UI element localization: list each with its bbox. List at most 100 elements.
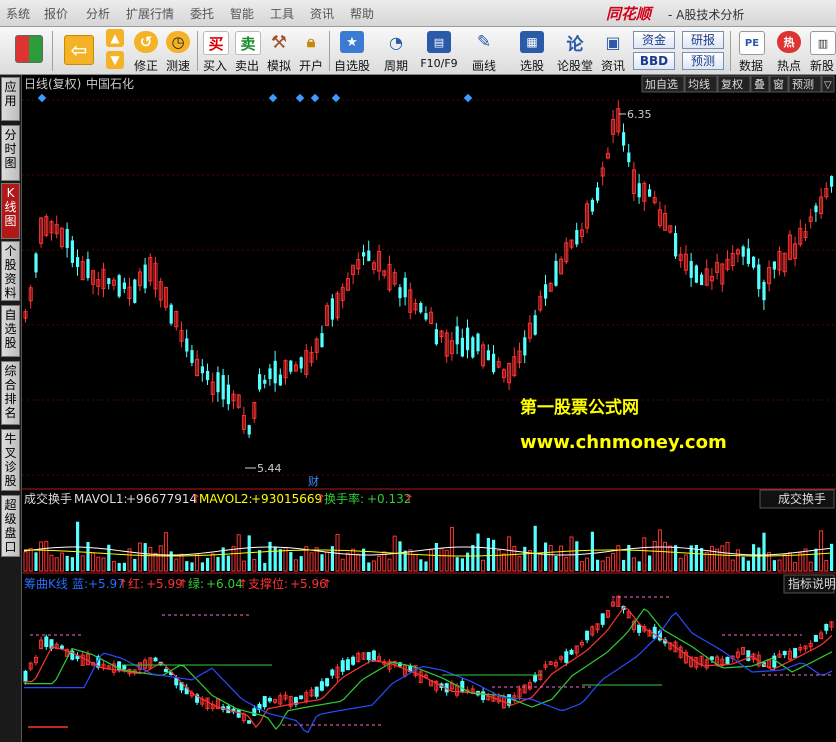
menu-system[interactable]: 系统 [6, 5, 30, 22]
volume-bar-up [559, 545, 564, 572]
f10-button[interactable]: ▤ F10/F9 [418, 27, 460, 74]
candle-body-down [185, 338, 189, 352]
menu-quote[interactable]: 报价 [44, 5, 68, 22]
candle-body-down [398, 287, 402, 299]
tab-diagnosis-label: 牛叉诊股 [4, 432, 17, 488]
candle-body-down [424, 313, 428, 320]
buy-button[interactable]: 买 买入 [200, 27, 230, 74]
menu-extended-market[interactable]: 扩展行情 [126, 5, 174, 22]
volume-bar-up [585, 557, 590, 572]
event-diamond[interactable] [295, 93, 305, 103]
stock-picker-button[interactable]: ▦ 选股 [512, 27, 552, 74]
app-title: - A股技术分析 [668, 8, 745, 22]
pencil-icon: ✎ [476, 32, 492, 52]
volume-bar-up [709, 545, 714, 572]
research-button[interactable]: 研报 [682, 31, 724, 49]
forecast-button[interactable]: 预测 [682, 52, 724, 70]
draw-line-button[interactable]: ✎ 画线 [466, 27, 502, 74]
indicator-candle-body [252, 708, 257, 716]
volume-bars [23, 521, 834, 572]
bbd-button[interactable]: BBD [633, 52, 675, 70]
info-button[interactable]: ▣ 资讯 [598, 27, 628, 74]
layout-button[interactable] [8, 27, 48, 74]
back-button[interactable]: ⇦ [58, 27, 98, 74]
volume-bar-down [762, 532, 766, 571]
sell-button[interactable]: 卖 卖出 [232, 27, 262, 74]
event-markers[interactable] [37, 93, 473, 103]
menu-help[interactable]: 帮助 [350, 5, 374, 22]
stock-picker-label: 选股 [519, 59, 544, 73]
candle-body-down [76, 257, 80, 268]
volume-bar-up [538, 552, 543, 572]
indicator-candle-body [163, 668, 168, 673]
volume-bar-up [174, 558, 179, 572]
event-diamond[interactable] [331, 93, 341, 103]
candle-body-down [476, 333, 480, 352]
f10-label: F10/F9 [420, 57, 458, 70]
indicator-candle-body [314, 686, 319, 697]
volume-indicator-button-label: 成交换手 [778, 491, 826, 506]
menu-tools[interactable]: 工具 [270, 5, 294, 22]
tab-ranking[interactable]: 综合排名 [1, 361, 20, 425]
candle-body-down [830, 176, 834, 187]
tab-intraday[interactable]: 分时图 [1, 125, 20, 181]
event-diamond[interactable] [37, 93, 47, 103]
indicator-candle-body [351, 656, 356, 665]
volume-indicator-name: 成交换手 [24, 491, 72, 506]
data-icon: PE [739, 31, 765, 55]
candle-body-down [596, 187, 600, 201]
collapse-icon: ▽ [824, 80, 832, 91]
fix-button[interactable]: ↺ 修正 [131, 27, 161, 74]
menu-trade[interactable]: 委托 [190, 5, 214, 22]
volume-bar-down [190, 562, 194, 571]
volume-bar-up [481, 559, 486, 572]
volume-bar-up [429, 549, 434, 572]
volume-bar-up [325, 551, 330, 572]
candle-body-down [752, 256, 756, 268]
candle-body-down [434, 329, 438, 345]
period-button[interactable]: ◔ 周期 [378, 27, 414, 74]
volume-bar-up [158, 545, 163, 572]
volume-bar-down [143, 543, 147, 571]
watchlist-button[interactable]: ★ 自选股 [332, 27, 372, 74]
finance-marker[interactable]: 财 [308, 474, 319, 488]
tab-kline[interactable]: K线图 [1, 183, 20, 239]
sell-label: 卖出 [234, 59, 259, 73]
volume-bar-down [523, 546, 527, 571]
open-account-button[interactable]: 🔒︎ 开户 [296, 27, 326, 74]
candle-body-down [362, 252, 366, 257]
overlay-label: 叠 [754, 78, 765, 91]
hot-button[interactable]: 热 热点 [772, 27, 806, 74]
event-diamond[interactable] [463, 93, 473, 103]
menu-news[interactable]: 资讯 [310, 5, 334, 22]
kline-chart-area[interactable]: 日线(复权) 中国石化 加自选 均线 复权 叠 窗 预测 ▽ 6.35 5.44… [22, 75, 836, 742]
volume-bar-up [351, 548, 356, 572]
data-button[interactable]: PE 数据 [734, 27, 768, 74]
volume-bar-down [268, 541, 272, 571]
volume-bar-down [757, 547, 761, 571]
new-stock-button[interactable]: ▥ 新股 [808, 27, 836, 74]
tab-watchlist[interactable]: 自选股 [1, 305, 20, 357]
simulate-button[interactable]: ⚒ 模拟 [264, 27, 294, 74]
event-diamond[interactable] [310, 93, 320, 103]
tab-diagnosis[interactable]: 牛叉诊股 [1, 429, 20, 491]
event-diamond[interactable] [268, 93, 278, 103]
forum-button[interactable]: 论 论股堂 [556, 27, 594, 74]
indicator-candle-body [824, 623, 829, 631]
candle-body-down [263, 379, 267, 384]
candle-body-down [86, 259, 90, 279]
page-up-down-button[interactable]: ▲ ▼ [102, 27, 128, 74]
tab-stock-profile[interactable]: 个股资料 [1, 241, 20, 301]
screen-icon: ▦ [520, 31, 544, 53]
menu-smart[interactable]: 智能 [230, 5, 254, 22]
menu-analysis[interactable]: 分析 [86, 5, 110, 22]
candle-body-down [533, 315, 537, 335]
candle-body-down [268, 368, 272, 380]
volume-bar-down [772, 560, 776, 571]
tab-super-level2[interactable]: 超级盘口 [1, 495, 20, 557]
candle-body-down [700, 274, 704, 286]
funds-button[interactable]: 资金 [633, 31, 675, 49]
indicator-candle-body [262, 696, 267, 708]
speed-test-button[interactable]: ◷ 测速 [163, 27, 193, 74]
tab-apps[interactable]: 应用 [1, 77, 20, 121]
